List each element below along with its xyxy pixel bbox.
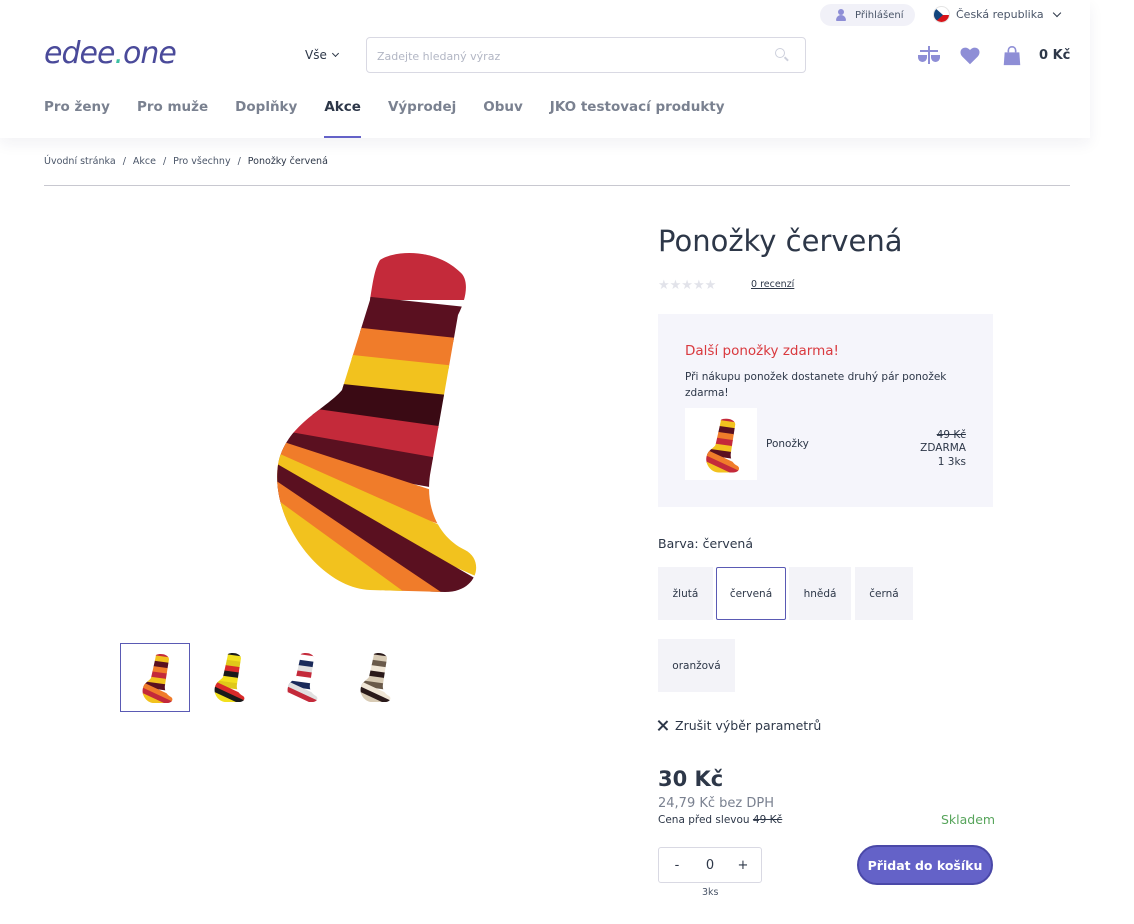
logo-part-1: edee [44,36,115,71]
product-thumbnail[interactable] [266,643,336,712]
site-header: Přihlášení Česká republika edee.one Vše … [0,0,1090,138]
nav-item-pro-zeny[interactable]: Pro ženy [44,98,110,138]
stock-status: Skladem [941,812,996,827]
nav-item-pro-muze[interactable]: Pro muže [137,98,208,138]
country-label: Česká republika [956,8,1044,21]
breadcrumb-separator: / [162,156,167,167]
color-option-oranzova[interactable]: oranžová [658,639,735,692]
promo-free-label: ZDARMA [920,442,966,454]
nav-item-jko-test[interactable]: JKO testovací produkty [550,98,725,138]
reviews-link[interactable]: 0 recenzí [751,279,794,290]
product-thumbnail[interactable] [339,643,409,712]
price-before-value: 49 Kč [752,814,783,826]
clear-params-label: Zrušit výběr parametrů [675,718,822,733]
thumb-sock-3 [360,653,391,702]
compare-icon[interactable] [918,45,940,67]
logo-part-2: one [122,36,177,71]
search-input[interactable] [377,46,757,66]
chevron-down-icon [331,49,339,58]
nav-item-doplnky[interactable]: Doplňky [235,98,297,138]
nav-item-obuv[interactable]: Obuv [483,98,523,138]
country-selector[interactable]: Česká republika [933,6,1061,23]
login-label: Přihlášení [855,9,904,21]
product-main-image[interactable] [230,220,530,600]
promo-product-image [685,408,757,480]
login-button[interactable]: Přihlášení [820,4,915,26]
rating-stars: ★★★★★ [658,278,717,293]
promo-product-name: Ponožky [766,438,809,450]
nav-item-vyprodej[interactable]: Výprodej [388,98,456,138]
quantity-plus-button[interactable]: + [737,858,749,873]
clear-params-button[interactable]: Zrušit výběr parametrů [657,718,821,733]
thumb-sock-2 [287,653,318,702]
quantity-minus-button[interactable]: - [671,858,683,873]
color-option-hneda[interactable]: hnědá [789,567,851,620]
promo-sock [706,418,740,473]
breadcrumb-divider [44,185,1070,186]
price-before-discount: Cena před slevou 49 Kč [658,814,782,826]
promo-title: Další ponožky zdarma! [685,343,839,359]
promo-box: Další ponožky zdarma! Při nákupu ponožek… [658,314,993,507]
site-logo[interactable]: edee.one [44,36,177,71]
breadcrumb-separator: / [122,156,126,167]
shopping-bag-icon[interactable] [1001,45,1023,67]
breadcrumb-current: Ponožky červená [247,156,328,167]
color-option-zluta[interactable]: žlutá [658,567,713,620]
thumb-sock-1 [214,653,245,702]
chevron-down-icon [1052,8,1061,18]
breadcrumb-pro-vsechny[interactable]: Pro všechny [173,156,230,167]
promo-quantity: 1 3ks [937,456,966,468]
user-icon [835,9,847,21]
color-option-cervena[interactable]: červená [716,567,786,620]
price-without-vat: 24,79 Kč bez DPH [658,796,774,811]
product-price: 30 Kč [658,767,724,791]
search-icon[interactable] [775,48,789,62]
price-before-label: Cena před slevou [658,814,750,826]
breadcrumb: Úvodní stránka / Akce / Pro všechny / Po… [44,156,328,167]
breadcrumb-akce[interactable]: Akce [133,156,156,167]
color-label-prefix: Barva: [658,536,699,551]
logo-dot: . [114,36,123,71]
color-option-cerna[interactable]: černá [855,567,913,620]
color-label: Barva: červená [658,536,753,551]
product-thumbnail[interactable] [193,643,263,712]
quantity-stepper: - 0 + [658,847,762,883]
promo-old-price: 49 Kč [936,429,966,441]
breadcrumb-separator: / [237,156,241,167]
search-box [366,37,806,73]
quantity-unit: 3ks [702,887,719,898]
cart-total[interactable]: 0 Kč [1039,48,1070,63]
color-selected-value: červená [702,536,754,551]
product-title: Ponožky červená [658,224,903,258]
search-category-select[interactable]: Vše [305,48,339,62]
quantity-value[interactable]: 0 [706,858,714,873]
close-icon [657,720,668,731]
thumb-sock-0 [142,654,173,703]
product-thumbnail[interactable] [120,643,190,712]
search-category-label: Vše [305,48,327,62]
czech-flag-icon [933,6,950,23]
main-nav: Pro ženy Pro muže Doplňky Akce Výprodej … [44,98,752,138]
heart-icon[interactable] [959,45,981,67]
add-to-cart-button[interactable]: Přidat do košíku [857,845,993,885]
promo-text: Při nákupu ponožek dostanete druhý pár p… [685,371,947,399]
nav-item-akce[interactable]: Akce [324,98,361,138]
breadcrumb-home[interactable]: Úvodní stránka [44,156,116,167]
